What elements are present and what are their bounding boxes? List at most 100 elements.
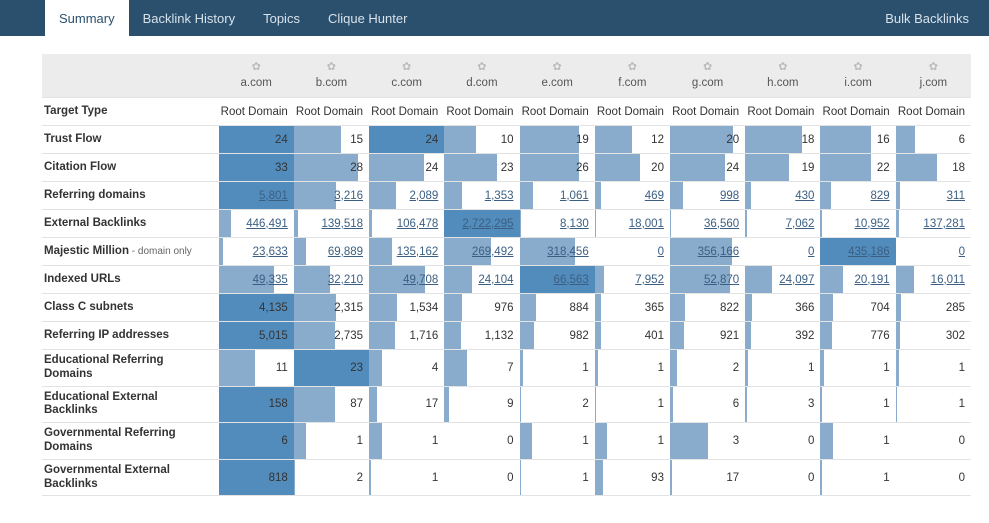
column-header[interactable]: ✿c.com [369,54,444,98]
cell[interactable]: 3,216 [294,182,369,210]
tab-topics[interactable]: Topics [249,0,314,36]
cell[interactable]: 998 [670,182,745,210]
cell[interactable]: 2,089 [369,182,444,210]
cell-value[interactable]: 139,518 [321,218,363,230]
gear-icon[interactable]: ✿ [599,60,666,73]
cell-value[interactable]: 24,104 [478,274,513,286]
cell[interactable]: 356,166 [670,238,745,266]
cell-value[interactable]: 18,001 [629,218,664,230]
cell[interactable]: 24,097 [745,266,820,294]
cell[interactable]: 106,478 [369,210,444,238]
cell[interactable]: 66,563 [520,266,595,294]
gear-icon[interactable]: ✿ [824,60,891,73]
cell-value[interactable]: 7,952 [635,274,664,286]
cell[interactable]: 137,281 [896,210,971,238]
cell-value[interactable]: 106,478 [397,218,439,230]
cell-value[interactable]: 49,335 [253,274,288,286]
gear-icon[interactable]: ✿ [298,60,365,73]
cell-value[interactable]: 66,563 [554,274,589,286]
column-header[interactable]: ✿i.com [820,54,895,98]
gear-icon[interactable]: ✿ [524,60,591,73]
cell-value[interactable]: 16,011 [931,274,965,286]
cell-value[interactable]: 430 [795,190,814,202]
cell-value[interactable]: 36,560 [704,218,739,230]
cell-value[interactable]: 3,216 [334,190,363,202]
column-header[interactable]: ✿j.com [896,54,971,98]
cell[interactable]: 10,952 [820,210,895,238]
cell-value[interactable]: 0 [959,246,965,258]
cell[interactable]: 52,870 [670,266,745,294]
cell[interactable]: 139,518 [294,210,369,238]
cell-value[interactable]: 24,097 [779,274,814,286]
cell-value[interactable]: 135,162 [397,246,439,258]
cell-value[interactable]: 0 [658,246,664,258]
gear-icon[interactable]: ✿ [448,60,515,73]
cell-value[interactable]: 32,210 [328,274,363,286]
cell[interactable]: 469 [595,182,670,210]
cell[interactable]: 0 [896,238,971,266]
cell[interactable]: 135,162 [369,238,444,266]
cell[interactable]: 1,061 [520,182,595,210]
cell-value[interactable]: 1,061 [560,190,589,202]
gear-icon[interactable]: ✿ [223,60,290,73]
cell[interactable]: 69,889 [294,238,369,266]
column-header[interactable]: ✿e.com [520,54,595,98]
cell[interactable]: 24,104 [444,266,519,294]
cell[interactable]: 36,560 [670,210,745,238]
gear-icon[interactable]: ✿ [373,60,440,73]
cell-value[interactable]: 23,633 [253,246,288,258]
bulk-backlinks-link[interactable]: Bulk Backlinks [865,0,989,36]
cell[interactable]: 829 [820,182,895,210]
cell-value[interactable]: 435,186 [848,246,890,258]
cell[interactable]: 20,191 [820,266,895,294]
tab-backlink-history[interactable]: Backlink History [129,0,249,36]
column-header[interactable]: ✿h.com [745,54,820,98]
cell-value[interactable]: 137,281 [923,218,965,230]
cell-value[interactable]: 446,491 [246,218,288,230]
cell-value[interactable]: 311 [947,190,965,202]
cell-value[interactable]: 49,708 [403,274,438,286]
cell[interactable]: 5,801 [219,182,294,210]
gear-icon[interactable]: ✿ [900,60,967,73]
gear-icon[interactable]: ✿ [674,60,741,73]
cell-value[interactable]: 10,952 [854,218,889,230]
cell-value[interactable]: 269,492 [472,246,514,258]
cell[interactable]: 8,130 [520,210,595,238]
column-header[interactable]: ✿f.com [595,54,670,98]
cell[interactable]: 1,353 [444,182,519,210]
cell-value[interactable]: 7,062 [786,218,815,230]
cell[interactable]: 7,062 [745,210,820,238]
cell[interactable]: 49,335 [219,266,294,294]
cell-value[interactable]: 52,870 [704,274,739,286]
cell[interactable]: 318,456 [520,238,595,266]
cell-value[interactable]: 20,191 [854,274,889,286]
column-header[interactable]: ✿d.com [444,54,519,98]
tab-summary[interactable]: Summary [45,0,129,36]
cell[interactable]: 18,001 [595,210,670,238]
cell-value[interactable]: 1,353 [485,190,514,202]
cell[interactable]: 16,011 [896,266,971,294]
cell[interactable]: 435,186 [820,238,895,266]
cell-value[interactable]: 829 [870,190,889,202]
cell[interactable]: 7,952 [595,266,670,294]
cell[interactable]: 0 [745,238,820,266]
cell-value[interactable]: 5,801 [259,190,288,202]
column-header[interactable]: ✿a.com [219,54,294,98]
column-header[interactable]: ✿b.com [294,54,369,98]
cell[interactable]: 0 [595,238,670,266]
cell[interactable]: 446,491 [219,210,294,238]
cell[interactable]: 269,492 [444,238,519,266]
cell-value[interactable]: 69,889 [328,246,363,258]
cell-value[interactable]: 8,130 [560,218,589,230]
cell-value[interactable]: 2,722,295 [462,218,513,230]
cell[interactable]: 311 [896,182,971,210]
cell[interactable]: 430 [745,182,820,210]
cell-value[interactable]: 318,456 [547,246,589,258]
gear-icon[interactable]: ✿ [749,60,816,73]
cell-value[interactable]: 356,166 [698,246,740,258]
cell-value[interactable]: 469 [645,190,664,202]
cell[interactable]: 32,210 [294,266,369,294]
cell-value[interactable]: 2,089 [409,190,438,202]
column-header[interactable]: ✿g.com [670,54,745,98]
cell-value[interactable]: 0 [808,246,814,258]
